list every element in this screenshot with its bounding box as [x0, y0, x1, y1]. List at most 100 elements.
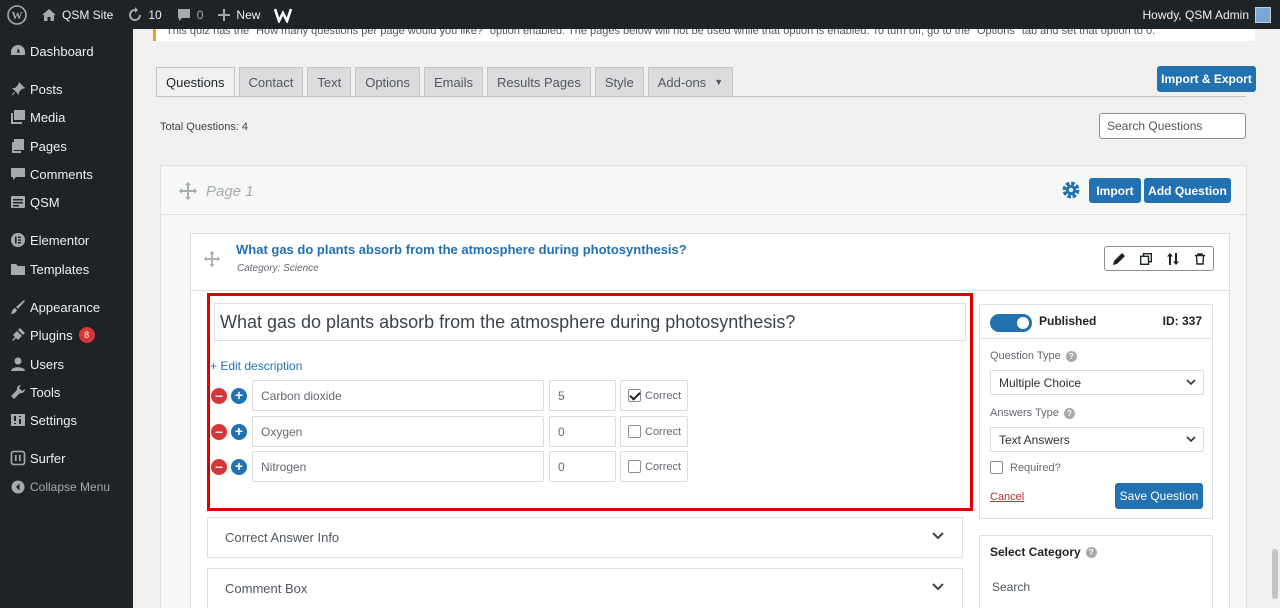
question-type-select[interactable]: Multiple Choice	[990, 370, 1204, 395]
save-question-button[interactable]: Save Question	[1115, 483, 1203, 509]
help-icon[interactable]: ?	[1085, 546, 1097, 558]
tab-options[interactable]: Options	[355, 67, 421, 97]
tab-add-ons-label: Add-ons	[657, 74, 707, 90]
answer-row: – + Nitrogen 0 Correct	[210, 451, 970, 482]
import-button[interactable]: Import	[1089, 178, 1141, 203]
remove-answer-button[interactable]: –	[211, 459, 227, 475]
comments-icon	[0, 166, 30, 182]
add-answer-button[interactable]: +	[231, 424, 247, 440]
page-title: Page 1	[206, 183, 254, 200]
surfer-icon	[0, 450, 30, 466]
menu-item-media[interactable]: Media	[0, 103, 133, 131]
answers-type-select[interactable]: Text Answers	[990, 427, 1204, 452]
tab-results-pages[interactable]: Results Pages	[487, 67, 591, 97]
site-name-link[interactable]: QSM Site	[34, 0, 120, 29]
menu-item-pages[interactable]: Pages	[0, 132, 133, 160]
menu-item-surfer[interactable]: Surfer	[0, 444, 133, 472]
remove-answer-button[interactable]: –	[211, 424, 227, 440]
help-icon[interactable]: ?	[1063, 407, 1075, 419]
question-editor: What gas do plants absorb from the atmos…	[207, 293, 973, 511]
menu-item-users[interactable]: Users	[0, 350, 133, 378]
import-export-button[interactable]: Import & Export	[1157, 66, 1256, 92]
remove-answer-button[interactable]: –	[211, 388, 227, 404]
menu-item-comments[interactable]: Comments	[0, 160, 133, 188]
tab-style[interactable]: Style	[594, 67, 644, 97]
menu-item-plugins[interactable]: Plugins 8	[0, 321, 133, 349]
tab-questions[interactable]: Questions	[156, 67, 235, 97]
settings-icon	[0, 412, 30, 428]
surfer-w-icon[interactable]	[267, 0, 301, 29]
plugins-update-badge: 8	[78, 327, 95, 343]
answer-correct-checkbox[interactable]: Correct	[620, 380, 688, 411]
add-answer-button[interactable]: +	[231, 388, 247, 404]
comments-count: 0	[196, 7, 204, 22]
correct-answer-info-section[interactable]: Correct Answer Info	[207, 517, 963, 558]
edit-description-link[interactable]: + Edit description	[210, 359, 302, 373]
required-checkbox[interactable]: Required?	[990, 461, 1061, 474]
question-text-input[interactable]: What gas do plants absorb from the atmos…	[214, 303, 966, 341]
answer-row: – + Carbon dioxide 5 Correct	[210, 380, 970, 411]
cancel-link[interactable]: Cancel	[990, 491, 1024, 503]
answer-text-input[interactable]: Carbon dioxide	[252, 380, 544, 411]
help-icon[interactable]: ?	[1065, 350, 1077, 362]
comment-box-section[interactable]: Comment Box	[207, 568, 963, 608]
plus-icon	[218, 8, 231, 21]
menu-item-tools[interactable]: Tools	[0, 378, 133, 406]
gear-icon[interactable]	[1061, 180, 1081, 203]
move-icon[interactable]	[179, 182, 197, 203]
move-up-down-icon[interactable]	[1159, 247, 1186, 270]
comment-bubble-icon	[177, 8, 190, 21]
new-content-link[interactable]: New	[210, 0, 267, 29]
updates-link[interactable]: 10	[120, 0, 168, 29]
select-category-title: Select Category?	[990, 545, 1097, 559]
answer-text-input[interactable]: Nitrogen	[252, 451, 544, 482]
new-label: New	[236, 7, 261, 22]
tab-emails[interactable]: Emails	[424, 67, 484, 97]
menu-item-settings[interactable]: Settings	[0, 406, 133, 434]
answer-points-input[interactable]: 0	[549, 451, 616, 482]
svg-text:W: W	[12, 10, 23, 22]
menu-item-qsm[interactable]: QSM	[0, 188, 133, 216]
menu-item-elementor[interactable]: Elementor	[0, 226, 133, 254]
comments-link[interactable]: 0	[169, 0, 211, 29]
answer-points-input[interactable]: 5	[549, 380, 616, 411]
wrench-icon	[0, 384, 30, 400]
answer-text-input[interactable]: Oxygen	[252, 416, 544, 447]
tab-text[interactable]: Text	[307, 67, 352, 97]
add-question-button[interactable]: Add Question	[1144, 178, 1231, 203]
folder-icon	[0, 261, 30, 277]
duplicate-icon[interactable]	[1132, 247, 1159, 270]
tab-contact[interactable]: Contact	[238, 67, 304, 97]
answer-points-input[interactable]: 0	[549, 416, 616, 447]
tabs-divider	[156, 96, 1246, 97]
answer-correct-checkbox[interactable]: Correct	[620, 451, 688, 482]
published-toggle[interactable]	[990, 314, 1032, 332]
menu-item-collapse[interactable]: Collapse Menu	[0, 473, 133, 501]
greeting: Howdy, QSM Admin	[1142, 7, 1249, 22]
question-move-icon[interactable]	[204, 251, 220, 270]
menu-item-posts[interactable]: Posts	[0, 75, 133, 103]
elementor-icon	[0, 232, 30, 248]
my-account-link[interactable]: Howdy, QSM Admin	[1136, 0, 1280, 29]
select-category-panel: Select Category? Search	[979, 535, 1213, 608]
home-icon	[42, 8, 56, 21]
page-scrollbar[interactable]	[1270, 29, 1280, 608]
menu-item-templates[interactable]: Templates	[0, 255, 133, 283]
answer-correct-checkbox[interactable]: Correct	[620, 416, 688, 447]
search-questions-input[interactable]: Search Questions	[1099, 113, 1246, 139]
menu-item-dashboard[interactable]: Dashboard	[0, 37, 133, 65]
wordpress-logo-icon[interactable]: W	[0, 0, 34, 29]
question-title[interactable]: What gas do plants absorb from the atmos…	[236, 242, 687, 257]
chevron-down-icon	[1186, 436, 1196, 443]
checkbox-icon	[628, 460, 641, 473]
users-icon	[0, 356, 30, 372]
trash-icon[interactable]	[1186, 247, 1213, 270]
category-search-input[interactable]: Search	[990, 574, 1204, 600]
question-actions	[1104, 246, 1214, 271]
chevron-down-icon	[1186, 379, 1196, 386]
media-icon	[0, 109, 30, 125]
tab-add-ons[interactable]: Add-ons ▼	[647, 67, 734, 97]
add-answer-button[interactable]: +	[231, 459, 247, 475]
pencil-icon[interactable]	[1105, 247, 1132, 270]
menu-item-appearance[interactable]: Appearance	[0, 293, 133, 321]
